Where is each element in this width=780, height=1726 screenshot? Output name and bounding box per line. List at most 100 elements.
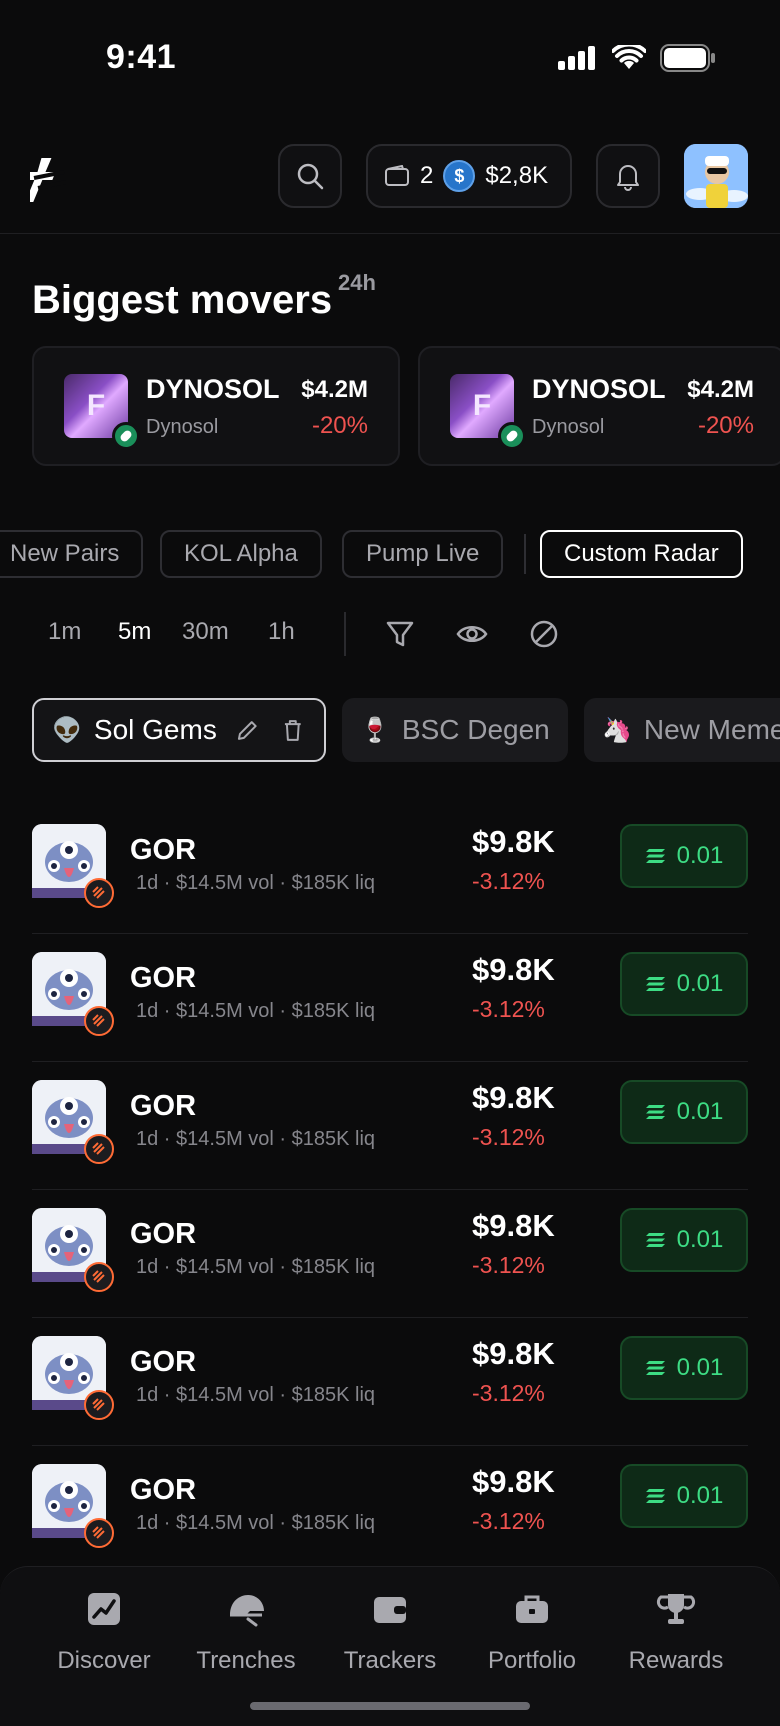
token-image	[32, 1336, 114, 1420]
nav-rewards[interactable]: Rewards	[606, 1589, 746, 1675]
status-icons	[558, 44, 716, 72]
signal-icon	[558, 46, 595, 70]
solana-icon	[645, 849, 665, 863]
pill-icon	[498, 422, 526, 450]
edit-icon[interactable]	[235, 717, 261, 743]
tab-kol-alpha[interactable]: KOL Alpha	[160, 530, 322, 578]
token-symbol: GOR	[130, 1090, 197, 1122]
token-row[interactable]: GOR 1d · $14.5M vol · $185K liq $9.8K -3…	[32, 934, 748, 1062]
radar-tab-new-meme[interactable]: 🦄 New Meme	[584, 698, 780, 762]
token-change: -3.12%	[472, 996, 545, 1022]
mover-change: -20%	[697, 412, 754, 439]
trash-icon[interactable]	[280, 717, 306, 743]
mover-card[interactable]: F DYNOSOL Dynosol $4.2M -20%	[32, 346, 400, 466]
token-symbol: GOR	[130, 834, 197, 866]
time-filter-5m[interactable]: 5m	[118, 618, 151, 646]
token-meta: 1d · $14.5M vol · $185K liq	[136, 1128, 376, 1150]
mover-card[interactable]: F DYNOSOL Dynosol $4.2M -20%	[418, 346, 780, 466]
quick-buy-button[interactable]: 0.01	[620, 952, 748, 1016]
token-price: $9.8K	[472, 824, 555, 859]
wallet-count: 2	[420, 162, 434, 189]
buy-amount: 0.01	[676, 1098, 724, 1125]
quick-buy-button[interactable]: 0.01	[620, 1336, 748, 1400]
status-bar: 9:41	[0, 0, 780, 120]
token-change: -3.12%	[472, 1252, 545, 1278]
block-icon[interactable]	[528, 618, 560, 650]
token-symbol: GOR	[130, 1346, 197, 1378]
mover-change: -20%	[311, 412, 368, 439]
chain-badge-icon	[84, 1518, 114, 1548]
quick-buy-button[interactable]: 0.01	[620, 1464, 748, 1528]
token-price: $9.8K	[472, 952, 555, 987]
token-meta: 1d · $14.5M vol · $185K liq	[136, 1256, 376, 1278]
time-filter-30m[interactable]: 30m	[182, 618, 229, 646]
buy-amount: 0.01	[676, 1354, 724, 1381]
radar-tab-bsc-degen[interactable]: 🍷 BSC Degen	[342, 698, 568, 762]
wifi-icon	[612, 45, 646, 69]
tab-pump-live[interactable]: Pump Live	[342, 530, 504, 578]
solana-icon	[645, 1361, 665, 1375]
usdc-icon: $	[443, 160, 476, 192]
filter-icon[interactable]	[384, 618, 416, 650]
time-filter-1m[interactable]: 1m	[48, 618, 81, 646]
nav-label: Portfolio	[487, 1647, 577, 1674]
tab-custom-radar[interactable]: Custom Radar	[540, 530, 743, 578]
nav-discover[interactable]: Discover	[34, 1589, 174, 1675]
briefcase-icon	[516, 1595, 548, 1623]
token-image	[32, 952, 114, 1036]
token-row[interactable]: GOR 1d · $14.5M vol · $185K liq $9.8K -3…	[32, 1318, 748, 1446]
chain-badge-icon	[84, 1390, 114, 1420]
nav-label: Trackers	[343, 1647, 437, 1674]
mover-mcap: $4.2M	[301, 376, 368, 403]
token-symbol: GOR	[130, 1474, 197, 1506]
token-row[interactable]: GOR 1d · $14.5M vol · $185K liq $9.8K -3…	[32, 1190, 748, 1318]
app-logo-icon[interactable]	[30, 154, 66, 206]
nav-label: Trenches	[196, 1647, 296, 1674]
solana-icon	[645, 977, 665, 991]
mover-name: Dynosol	[146, 416, 219, 438]
solana-icon	[645, 1105, 665, 1119]
solana-icon	[645, 1233, 665, 1247]
nav-label: Discover	[57, 1647, 151, 1674]
eye-icon[interactable]	[456, 618, 488, 650]
token-price: $9.8K	[472, 1080, 555, 1115]
radar-label: New Meme	[643, 714, 780, 745]
nav-trenches[interactable]: Trenches	[176, 1589, 316, 1675]
nav-label: Rewards	[628, 1647, 724, 1674]
token-row[interactable]: GOR 1d · $14.5M vol · $185K liq $9.8K -3…	[32, 1446, 748, 1574]
pill-icon	[112, 422, 140, 450]
token-meta: 1d · $14.5M vol · $185K liq	[136, 1512, 376, 1534]
token-change: -3.12%	[472, 868, 545, 894]
quick-buy-button[interactable]: 0.01	[620, 824, 748, 888]
user-avatar[interactable]	[684, 144, 748, 208]
token-price: $9.8K	[472, 1336, 555, 1371]
trophy-icon	[656, 1594, 696, 1624]
movers-period: 24h	[338, 270, 376, 295]
chain-badge-icon	[84, 878, 114, 908]
quick-buy-button[interactable]: 0.01	[620, 1080, 748, 1144]
time-filter-1h[interactable]: 1h	[268, 618, 295, 646]
nav-trackers[interactable]: Trackers	[320, 1589, 460, 1675]
tab-new-pairs[interactable]: New Pairs	[0, 530, 144, 578]
token-row[interactable]: GOR 1d · $14.5M vol · $185K liq $9.8K -3…	[32, 1062, 748, 1190]
mover-mcap: $4.2M	[687, 376, 754, 403]
notifications-button[interactable]	[596, 144, 660, 208]
token-price: $9.8K	[472, 1208, 555, 1243]
token-image: F	[450, 374, 526, 450]
search-button[interactable]	[278, 144, 342, 208]
token-row[interactable]: GOR 1d · $14.5M vol · $185K liq $9.8K -3…	[32, 806, 748, 934]
token-image: F	[64, 374, 140, 450]
nav-portfolio[interactable]: Portfolio	[462, 1589, 602, 1675]
wallet-icon	[374, 1597, 406, 1623]
wine-icon: 🍷	[360, 716, 390, 744]
quick-buy-button[interactable]: 0.01	[620, 1208, 748, 1272]
token-meta: 1d · $14.5M vol · $185K liq	[136, 1000, 376, 1022]
radar-label: BSC Degen	[401, 714, 550, 745]
home-indicator	[250, 1702, 530, 1710]
movers-title: Biggest movers	[32, 278, 333, 322]
wallet-balance-button[interactable]: 2 $ $2,8K	[366, 144, 572, 208]
radar-tab-sol-gems[interactable]: 👽 Sol Gems	[32, 698, 326, 762]
search-icon	[297, 163, 324, 190]
alien-icon: 👽	[52, 716, 82, 744]
unicorn-icon: 🦄	[602, 716, 632, 744]
